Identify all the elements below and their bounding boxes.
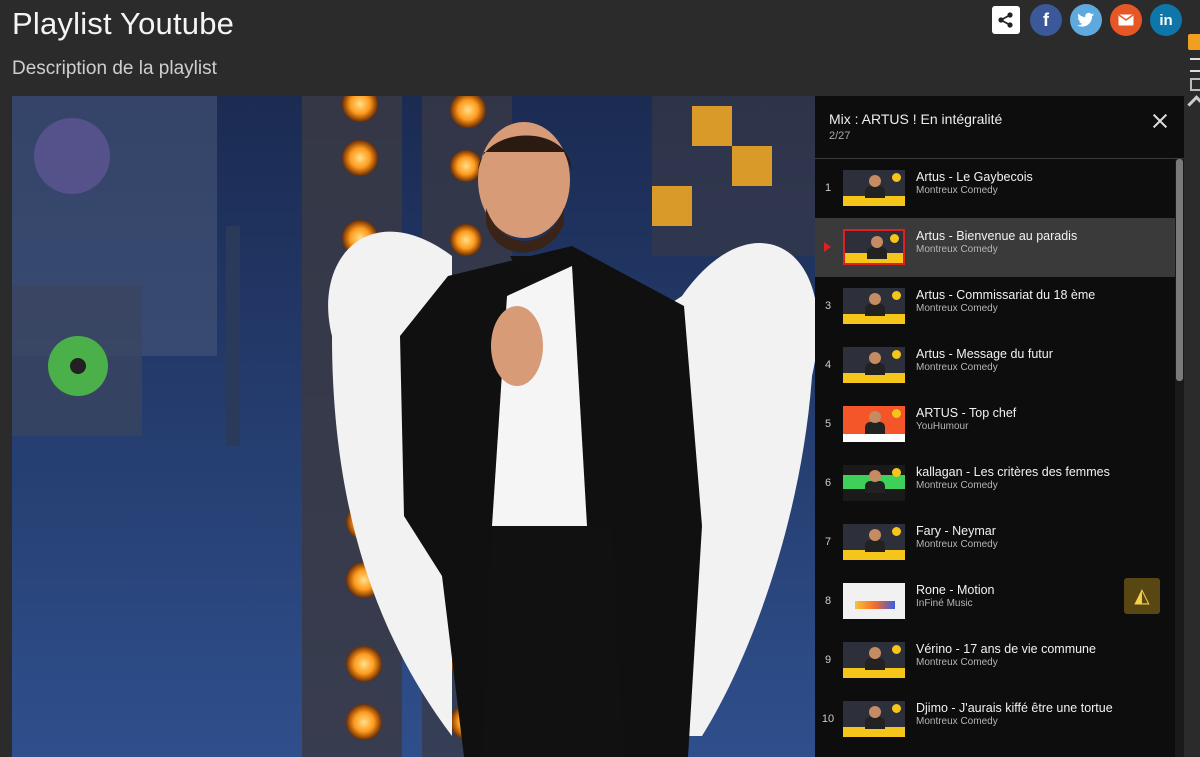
item-channel: Montreux Comedy — [916, 244, 998, 255]
item-title: Artus - Message du futur — [916, 347, 1053, 361]
item-thumbnail[interactable] — [843, 288, 905, 324]
window-icon[interactable] — [1190, 78, 1200, 91]
page-description: Description de la playlist — [12, 58, 217, 79]
scrollbar-thumb[interactable] — [1176, 159, 1183, 381]
playlist-scrollbar[interactable] — [1175, 159, 1184, 757]
video-player: Mix : ARTUS ! En intégralité 2/27 1 Artus… — [12, 96, 1184, 757]
item-channel: Montreux Comedy — [916, 303, 998, 314]
item-index: 7 — [824, 536, 832, 548]
item-thumbnail[interactable] — [843, 170, 905, 206]
playlist-items: 1 Artus - Le Gaybecois Montreux Comedy Artu… — [815, 159, 1175, 757]
playlist-item[interactable]: Artus - Bienvenue au paradis Montreux Com… — [815, 218, 1175, 277]
playlist-title: Mix : ARTUS ! En intégralité — [829, 111, 1003, 127]
close-icon[interactable] — [1149, 110, 1171, 132]
share-icon[interactable] — [992, 6, 1020, 34]
item-thumbnail[interactable] — [843, 347, 905, 383]
item-thumbnail[interactable] — [843, 583, 905, 619]
item-channel: Montreux Comedy — [916, 657, 998, 668]
item-title: ARTUS - Top chef — [916, 406, 1017, 420]
item-title: Artus - Bienvenue au paradis — [916, 229, 1078, 243]
playlist-item[interactable]: 9 Vérino - 17 ans de vie commune Montreux … — [815, 631, 1175, 690]
item-thumbnail[interactable] — [843, 701, 905, 737]
item-index: 6 — [824, 477, 832, 489]
playlist-item[interactable]: 1 Artus - Le Gaybecois Montreux Comedy — [815, 159, 1175, 218]
playlist-item[interactable]: 4 Artus - Message du futur Montreux Comedy — [815, 336, 1175, 395]
bookmark-icon[interactable] — [1188, 34, 1200, 50]
item-channel: Montreux Comedy — [916, 539, 998, 550]
menu-icon[interactable] — [1190, 58, 1200, 72]
item-title: Artus - Le Gaybecois — [916, 170, 1033, 184]
item-channel: Montreux Comedy — [916, 716, 998, 727]
mail-icon[interactable] — [1110, 4, 1142, 36]
playlist-header: Mix : ARTUS ! En intégralité 2/27 — [815, 96, 1184, 159]
playlist-item[interactable]: 10 Djimo - J'aurais kiffé être une tortue… — [815, 690, 1175, 749]
item-index: 10 — [821, 713, 835, 725]
playlist-item[interactable]: 5 ARTUS - Top chef YouHumour — [815, 395, 1175, 454]
item-title: kallagan - Les critères des femmes — [916, 465, 1110, 479]
item-index: 1 — [824, 182, 832, 194]
item-channel: Montreux Comedy — [916, 362, 998, 373]
item-title: Fary - Neymar — [916, 524, 996, 538]
playlist-item[interactable]: 7 Fary - Neymar Montreux Comedy — [815, 513, 1175, 572]
item-index — [815, 218, 841, 277]
item-thumbnail[interactable] — [843, 229, 905, 265]
item-thumbnail[interactable] — [843, 465, 905, 501]
item-channel: Montreux Comedy — [916, 185, 998, 196]
item-index: 9 — [824, 654, 832, 666]
item-index: 3 — [824, 300, 832, 312]
item-title: Rone - Motion — [916, 583, 995, 597]
item-thumbnail[interactable] — [843, 406, 905, 442]
item-title: Artus - Commissariat du 18 ème — [916, 288, 1096, 302]
channel-watermark-icon[interactable]: ◭ — [1124, 578, 1160, 614]
linkedin-icon[interactable]: in — [1150, 4, 1182, 36]
playlist-item[interactable]: 8 Rone - Motion InFiné Music — [815, 572, 1175, 631]
facebook-icon[interactable]: f — [1030, 4, 1062, 36]
item-index: 8 — [824, 595, 832, 607]
item-thumbnail[interactable] — [843, 524, 905, 560]
video-scene — [12, 96, 815, 757]
item-index: 4 — [824, 359, 832, 371]
playlist-position: 2/27 — [829, 130, 851, 142]
playlist-item[interactable]: 6 kallagan - Les critères des femmes Montr… — [815, 454, 1175, 513]
item-title: Vérino - 17 ans de vie commune — [916, 642, 1096, 656]
twitter-icon[interactable] — [1070, 4, 1102, 36]
playlist-item[interactable]: 3 Artus - Commissariat du 18 ème Montreux … — [815, 277, 1175, 336]
arrow-icon[interactable] — [1187, 95, 1200, 114]
video-frame[interactable] — [12, 96, 815, 757]
item-title: Djimo - J'aurais kiffé être une tortue — [916, 701, 1113, 715]
page-title: Playlist Youtube — [12, 6, 235, 41]
linkedin-glyph: in — [1159, 11, 1173, 29]
item-thumbnail[interactable] — [843, 642, 905, 678]
item-channel: YouHumour — [916, 421, 969, 432]
item-channel: Montreux Comedy — [916, 480, 998, 491]
facebook-glyph: f — [1043, 9, 1049, 30]
item-index: 5 — [824, 418, 832, 430]
playlist-panel: Mix : ARTUS ! En intégralité 2/27 1 Artus… — [815, 96, 1184, 757]
edge-toolbar — [1186, 34, 1200, 124]
item-channel: InFiné Music — [916, 598, 973, 609]
